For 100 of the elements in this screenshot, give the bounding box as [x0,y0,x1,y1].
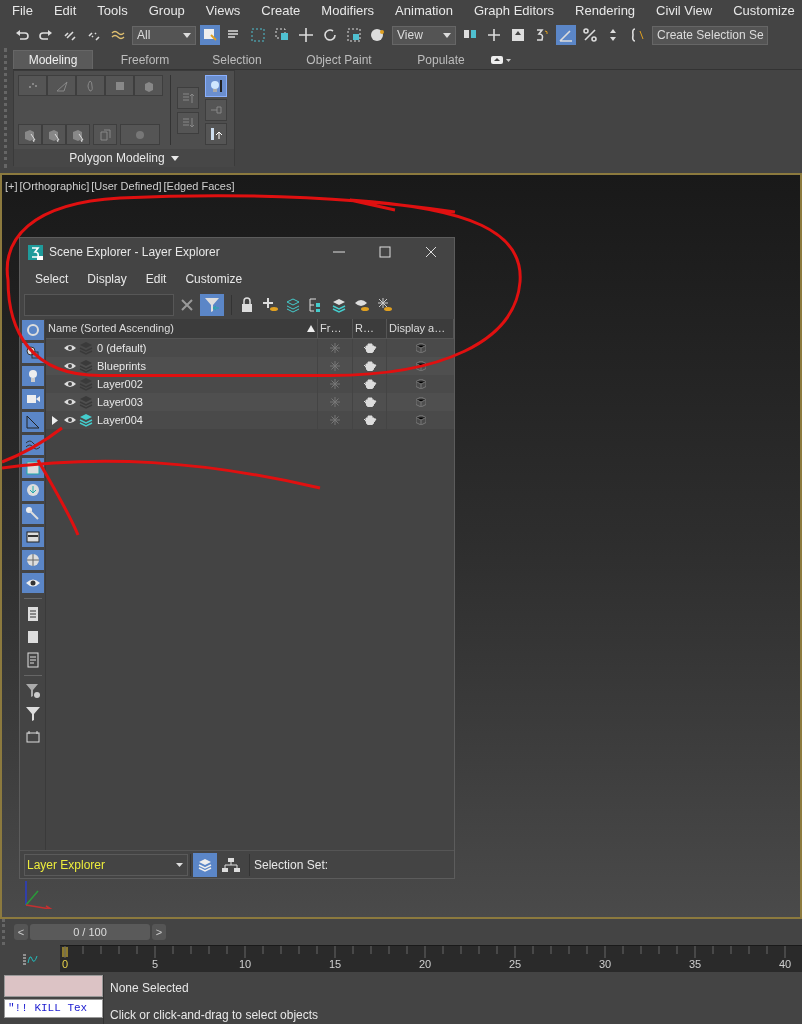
search-field[interactable] [24,294,174,316]
select-cursor-icon[interactable] [66,124,90,145]
viewport-label[interactable]: [Edged Faces] [163,178,235,195]
teapot-icon[interactable] [362,415,377,425]
box-icon[interactable] [415,415,426,425]
menu-item[interactable]: Group [148,1,185,21]
teapot-icon[interactable] [362,361,377,371]
menu-item[interactable]: Civil View [656,1,713,21]
frame-number: 30 [599,958,612,971]
ribbon-tab[interactable]: Freeform [93,50,197,69]
layer-name[interactable]: Blueprints [97,357,146,375]
select-cursor-icon[interactable] [42,124,66,145]
menu-item[interactable]: Create [261,1,301,21]
frame-number: 0 [62,958,69,971]
bulb-icon[interactable] [205,75,227,97]
column-header[interactable]: Name (Sorted Ascending) [46,319,318,338]
cameras-filter-button[interactable] [21,389,44,409]
clear-icon[interactable] [181,299,193,311]
pin-stack-icon[interactable] [205,123,227,145]
playhead-marker[interactable] [62,947,68,957]
visibility-eye-icon[interactable] [63,343,77,353]
layer-row[interactable]: Blueprints [46,357,454,375]
menu-item[interactable]: Customize [185,269,243,288]
column-header[interactable]: Fr… [318,319,353,338]
next-frame-button[interactable]: > [152,924,166,940]
script-input-field[interactable]: "!! KILL Tex [4,999,103,1018]
menu-item[interactable]: Views [205,1,241,21]
reference-coordinate-dropdown[interactable]: View [392,25,456,45]
layer-name[interactable]: Layer002 [97,375,143,393]
expand-arrow-icon[interactable] [51,415,58,425]
filter-icon[interactable] [24,704,41,724]
viewport[interactable] [0,173,802,919]
move-icon[interactable] [296,25,316,45]
lights-filter-button[interactable] [21,366,44,386]
layer-name[interactable]: Layer003 [97,393,143,411]
window-title: Scene Explorer - Layer Explorer [49,244,221,261]
menu-item[interactable]: Modifiers [321,1,375,21]
new-layer-icon[interactable] [262,297,278,313]
visibility-eye-icon[interactable] [63,379,77,389]
viewport-label[interactable]: [Orthographic] [19,178,90,195]
selection-filter-dropdown[interactable]: All [132,25,196,45]
layer-stack-icon[interactable] [79,413,93,427]
box-icon[interactable] [415,397,426,407]
percent-snap-icon[interactable] [580,25,600,45]
visibility-eye-icon[interactable] [63,397,77,407]
visibility-eye-icon[interactable] [63,415,77,425]
menu-item[interactable]: Rendering [575,1,636,21]
selection-set-dropdown[interactable]: Create Selection Se [652,25,768,45]
layer-name[interactable]: Layer004 [97,411,143,429]
select-object-icon[interactable] [200,25,220,45]
menu-item[interactable]: Edit [145,269,167,288]
box-icon[interactable] [415,343,426,353]
layer-row[interactable]: Layer004 [46,411,454,429]
menu-item[interactable]: File [12,1,33,21]
ribbon-tab[interactable]: Selection [197,50,277,69]
notes-icon[interactable] [24,650,41,670]
layer-name[interactable]: 0 (default) [97,339,147,357]
viewport-label[interactable]: [+] [5,178,18,195]
menu-item[interactable]: Select [35,269,69,288]
helpers-filter-button[interactable] [21,412,44,432]
menu-item[interactable]: Tools [97,1,128,21]
edge-icon[interactable] [47,75,76,96]
menu-item[interactable]: Graph Editors [473,1,555,21]
menu-item[interactable]: Customize [733,1,795,21]
menu-item[interactable]: Edit [53,1,77,21]
polygon-icon[interactable] [105,75,134,96]
select-cursor-icon[interactable] [18,124,42,145]
box-icon[interactable] [415,379,426,389]
explorer-dropdown[interactable]: Layer Explorer [24,853,188,876]
script-output-field[interactable] [4,975,103,997]
menu-item[interactable]: Animation [395,1,453,21]
previous-frame-button[interactable]: < [14,924,28,940]
visibility-eye-icon[interactable] [63,361,77,371]
caret-icon[interactable] [170,155,179,161]
ribbon-tab[interactable]: Object Paint [277,50,401,69]
column-header[interactable]: Display a… [387,319,454,338]
hierarchy-mode-icon[interactable] [219,857,243,872]
ribbon-tab[interactable]: Modeling [13,50,93,69]
ribbon-options-icon[interactable] [491,55,511,65]
add-to-layer-icon[interactable] [285,297,301,313]
filter-button[interactable] [200,294,224,316]
column-header[interactable]: R… [353,319,387,338]
lock-icon[interactable] [239,297,255,313]
layer-row[interactable]: Layer003 [46,393,454,411]
teapot-icon[interactable] [362,343,377,353]
layer-mode-button[interactable] [193,852,217,877]
box-icon[interactable] [415,361,426,371]
menu-item[interactable]: Display [87,269,127,288]
layer-row[interactable]: 0 (default) [46,339,454,357]
timeline-track[interactable]: 0 5 10 15 20 25 30 35 40 [60,945,802,972]
viewport-label[interactable]: [User Defined] [91,178,162,195]
curve-editor-icon[interactable] [22,952,38,965]
ribbon-tab[interactable]: Populate [401,50,481,69]
layers-icon[interactable] [331,297,347,313]
element-icon[interactable] [134,75,163,96]
teapot-icon[interactable] [362,397,377,407]
time-slider[interactable]: 0 / 100 [30,924,150,940]
layer-row[interactable]: Layer002 [46,375,454,393]
teapot-icon[interactable] [362,379,377,389]
scale-icon[interactable] [344,25,364,45]
